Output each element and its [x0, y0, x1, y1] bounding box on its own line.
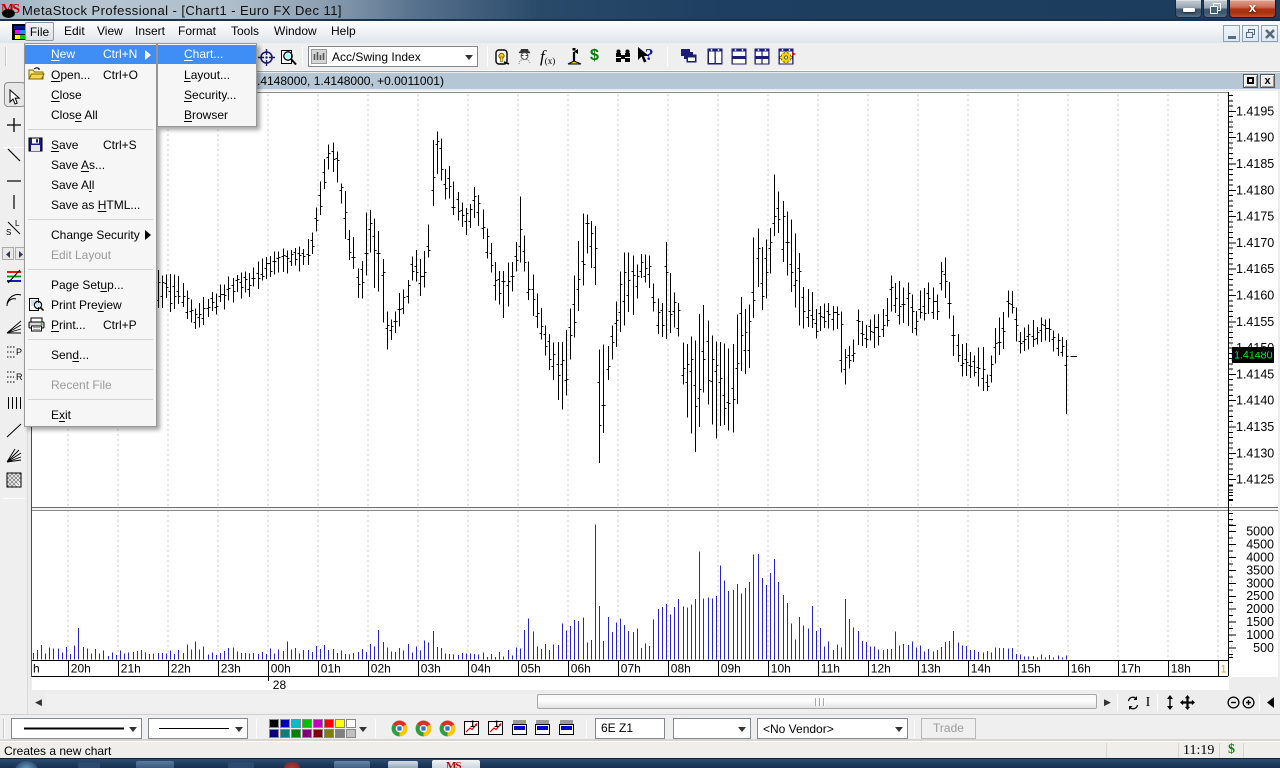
svg-text:16h: 16h — [1071, 662, 1091, 676]
svg-text:1.4140: 1.4140 — [1236, 394, 1274, 408]
svg-text:1000: 1000 — [1246, 628, 1274, 642]
svg-text:1.4160: 1.4160 — [1236, 289, 1274, 303]
svg-text:09h: 09h — [721, 662, 741, 676]
svg-text:1.4180: 1.4180 — [1236, 183, 1274, 197]
svg-text:3000: 3000 — [1246, 576, 1274, 590]
svg-text:28: 28 — [273, 678, 287, 692]
svg-text:500: 500 — [1253, 641, 1274, 655]
svg-text:1.4130: 1.4130 — [1236, 446, 1274, 460]
svg-text:18h: 18h — [1171, 662, 1191, 676]
svg-text:4500: 4500 — [1246, 538, 1274, 552]
svg-text:2000: 2000 — [1246, 602, 1274, 616]
svg-text:1.4195: 1.4195 — [1236, 104, 1274, 118]
svg-text:11h: 11h — [821, 662, 840, 676]
svg-text:1.4155: 1.4155 — [1236, 315, 1274, 329]
svg-text:02h: 02h — [371, 662, 391, 676]
svg-text:22h: 22h — [171, 662, 191, 676]
svg-text:1.4150: 1.4150 — [1236, 341, 1274, 355]
svg-text:1: 1 — [1221, 664, 1227, 676]
svg-text:1.4175: 1.4175 — [1236, 210, 1274, 224]
svg-text:13h: 13h — [921, 662, 941, 676]
svg-text:04h: 04h — [471, 662, 491, 676]
svg-text:07h: 07h — [621, 662, 641, 676]
svg-text:5000: 5000 — [1246, 525, 1274, 539]
svg-text:1.4135: 1.4135 — [1236, 420, 1274, 434]
svg-text:2500: 2500 — [1246, 589, 1274, 603]
svg-text:21h: 21h — [121, 662, 141, 676]
svg-text:1.4170: 1.4170 — [1236, 236, 1274, 250]
svg-text:23h: 23h — [221, 662, 241, 676]
svg-text:14h: 14h — [971, 662, 991, 676]
svg-text:4000: 4000 — [1246, 550, 1274, 564]
svg-text:12h: 12h — [871, 662, 891, 676]
svg-text:1.4190: 1.4190 — [1236, 131, 1274, 145]
svg-text:15h: 15h — [1021, 662, 1041, 676]
svg-text:20h: 20h — [71, 662, 91, 676]
svg-text:06h: 06h — [571, 662, 591, 676]
svg-text:05h: 05h — [521, 662, 541, 676]
svg-text:03h: 03h — [421, 662, 441, 676]
svg-text:1.4165: 1.4165 — [1236, 262, 1274, 276]
svg-text:1.4125: 1.4125 — [1236, 473, 1274, 487]
svg-text:01h: 01h — [321, 662, 341, 676]
svg-text:08h: 08h — [671, 662, 691, 676]
svg-text:3500: 3500 — [1246, 563, 1274, 577]
svg-text:1.4145: 1.4145 — [1236, 367, 1274, 381]
svg-text:1500: 1500 — [1246, 615, 1274, 629]
svg-text:00h: 00h — [271, 662, 291, 676]
svg-text:17h: 17h — [1121, 662, 1141, 676]
svg-text:10h: 10h — [771, 662, 791, 676]
svg-text:1.4185: 1.4185 — [1236, 157, 1274, 171]
svg-text:h: h — [33, 662, 40, 676]
